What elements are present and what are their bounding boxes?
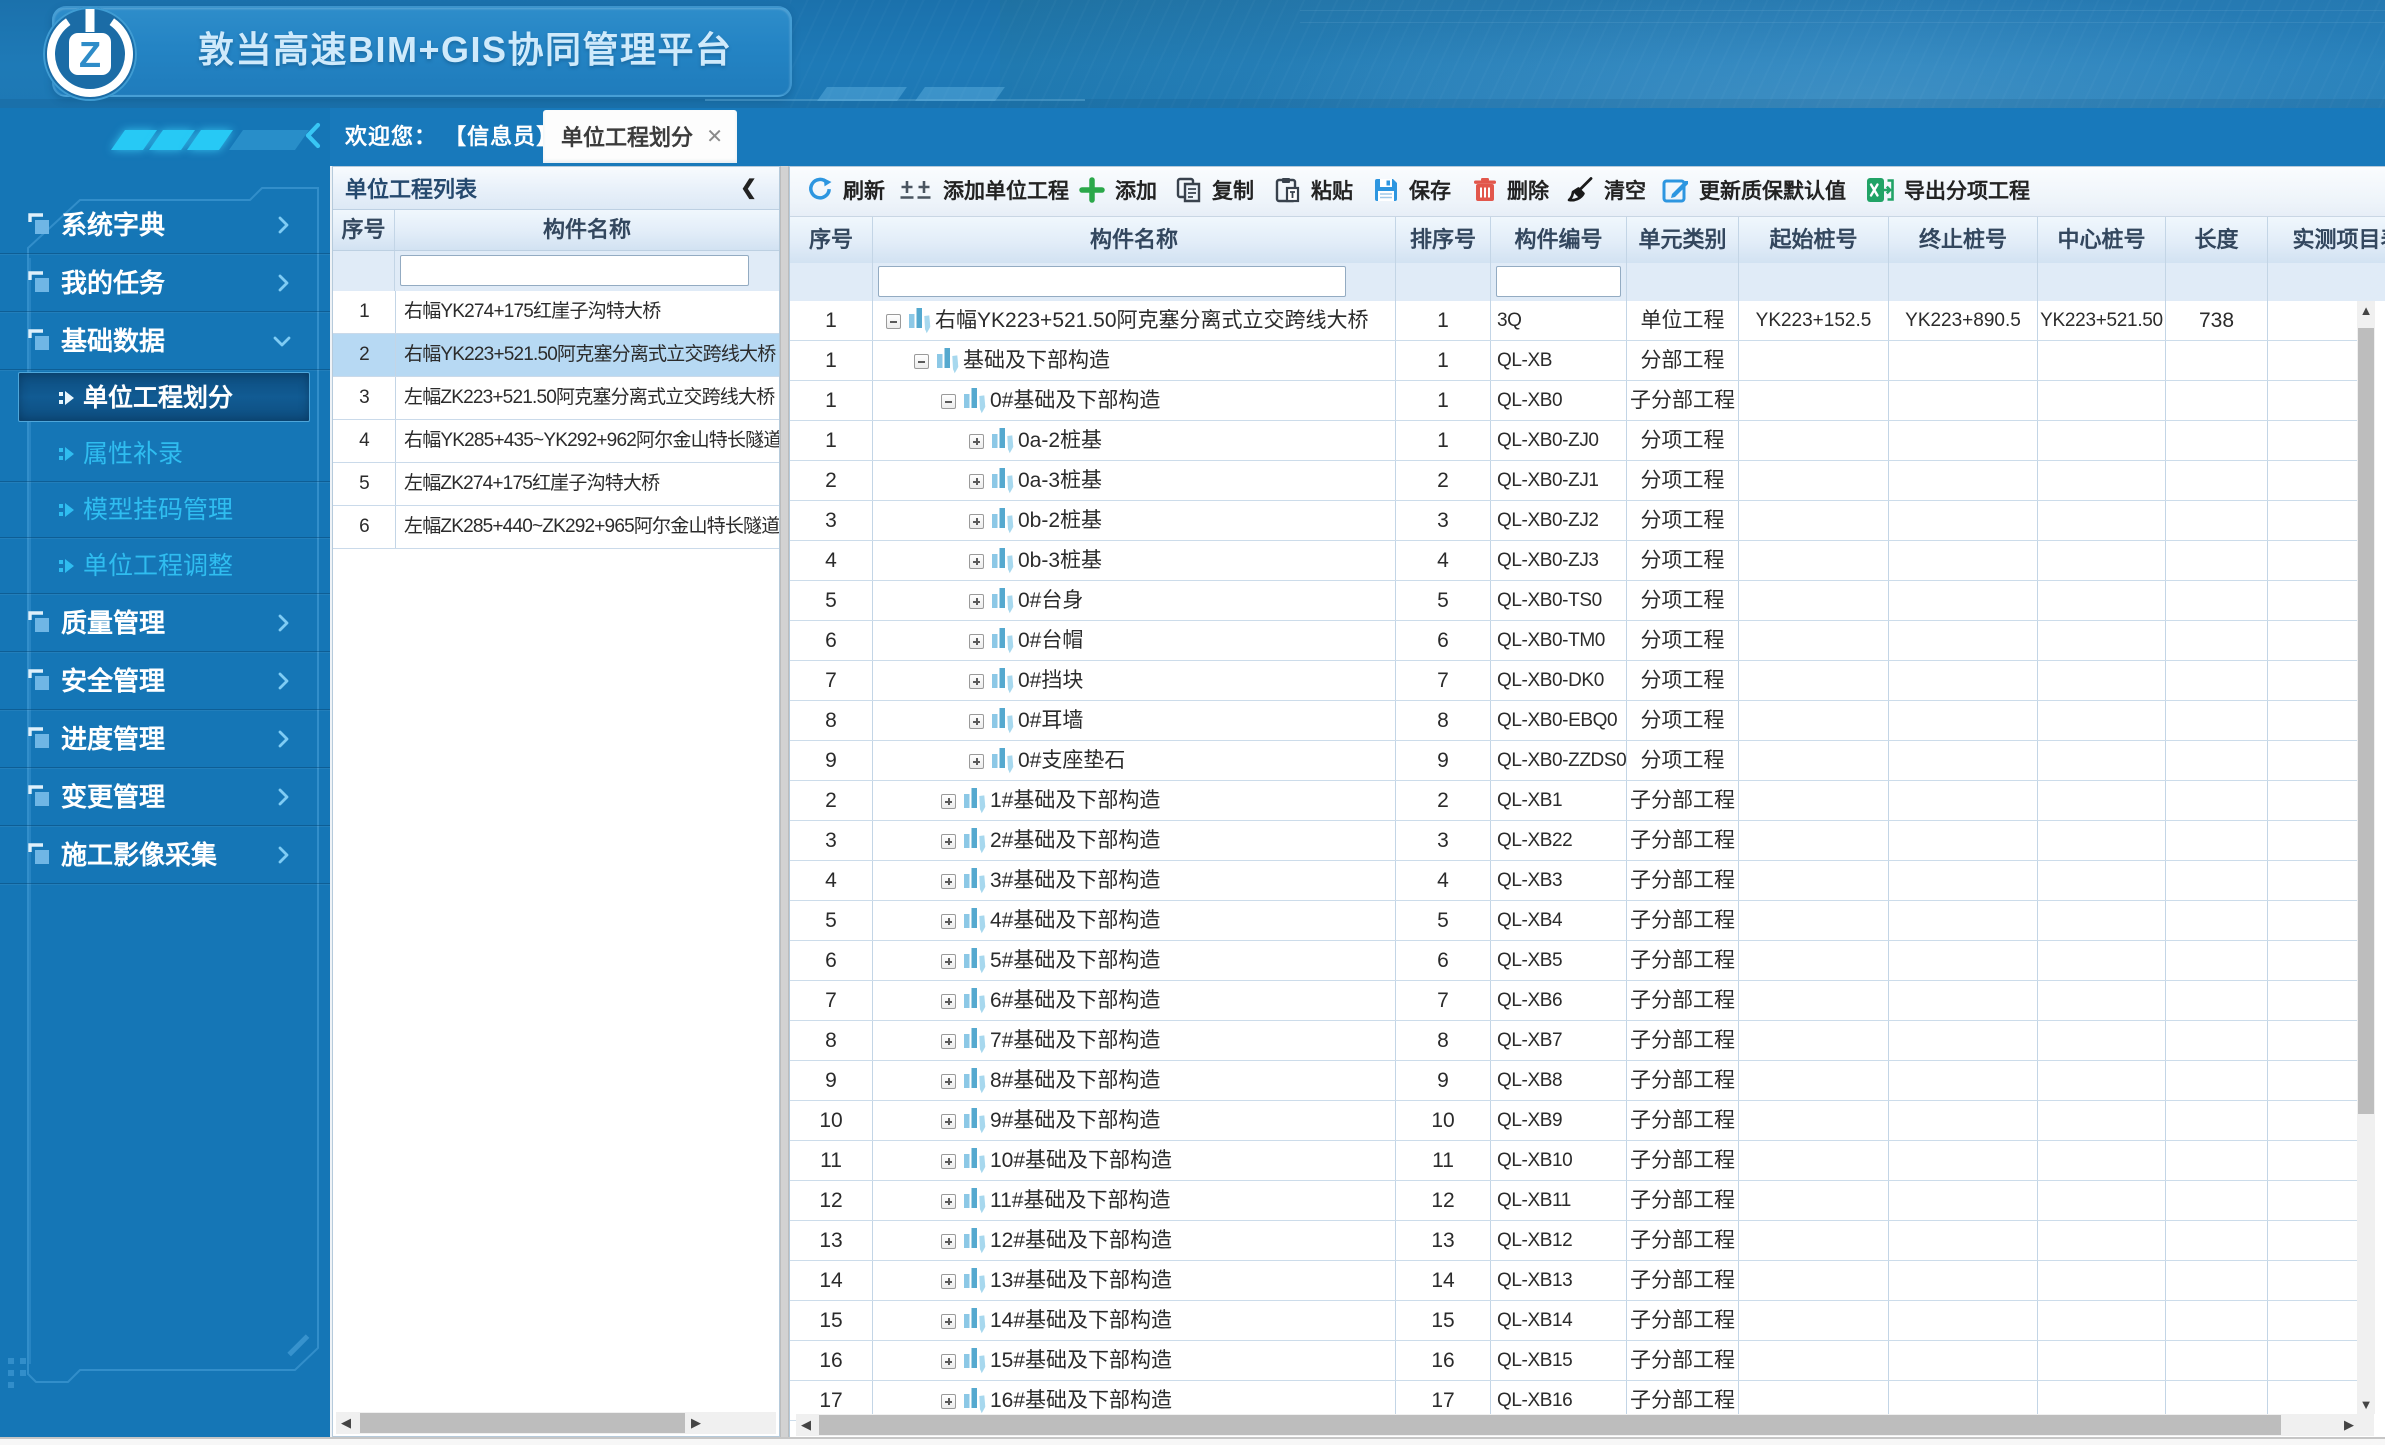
svg-text:Z: Z: [79, 34, 101, 75]
